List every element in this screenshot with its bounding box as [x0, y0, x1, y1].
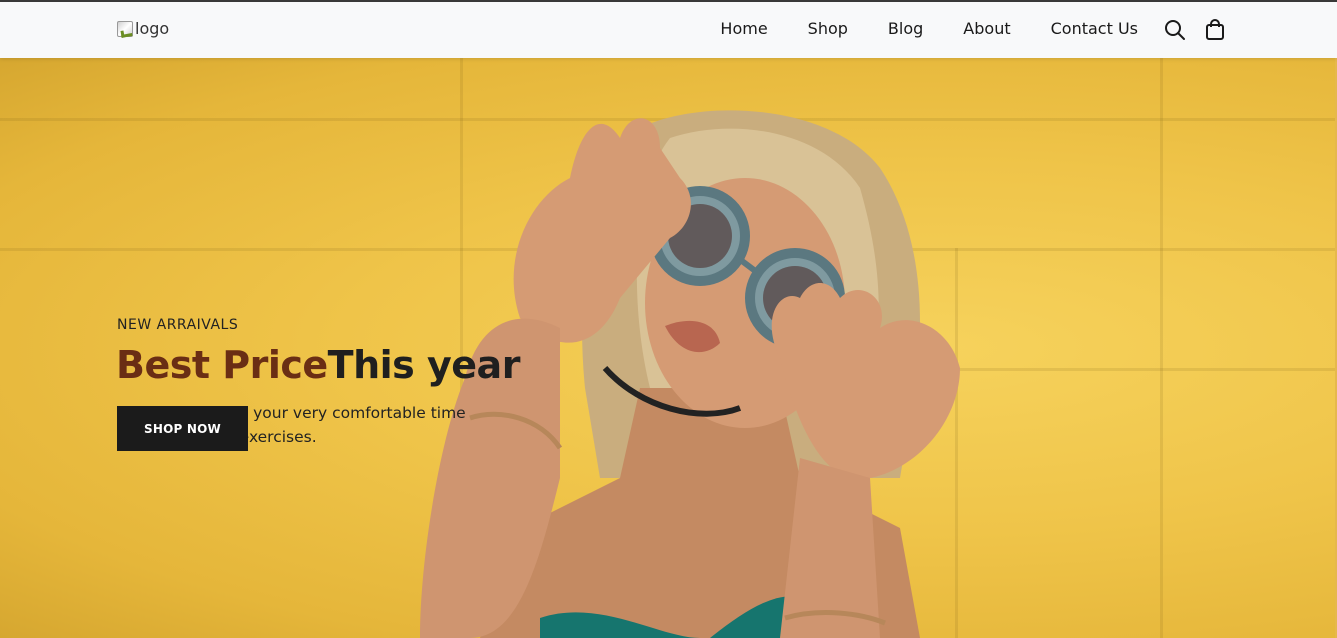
nav-blog[interactable]: Blog: [888, 19, 923, 38]
nav-about[interactable]: About: [963, 19, 1010, 38]
hero-kicker: NEW ARRAIVALS: [117, 317, 239, 333]
logo[interactable]: logo: [117, 19, 169, 38]
header-icons: [1164, 19, 1226, 41]
broken-image-icon: [117, 20, 133, 37]
nav-home[interactable]: Home: [720, 19, 767, 38]
hero-headline: Best PriceThis year: [116, 343, 520, 387]
main-nav: Home Shop Blog About Contact Us: [720, 19, 1138, 38]
nav-contact-us[interactable]: Contact Us: [1051, 19, 1138, 38]
headline-main: This year: [327, 343, 521, 387]
shopping-bag-icon[interactable]: [1204, 19, 1226, 41]
shop-now-button[interactable]: SHOP NOW: [117, 406, 248, 451]
hero-banner: NEW ARRAIVALS Best PriceThis year Shooma…: [0, 58, 1337, 638]
logo-alt-text: logo: [135, 19, 170, 38]
search-icon[interactable]: [1164, 19, 1186, 41]
headline-accent: Best Price: [116, 343, 328, 387]
nav-shop[interactable]: Shop: [808, 19, 848, 38]
site-header: logo Home Shop Blog About Contact Us: [0, 2, 1337, 58]
